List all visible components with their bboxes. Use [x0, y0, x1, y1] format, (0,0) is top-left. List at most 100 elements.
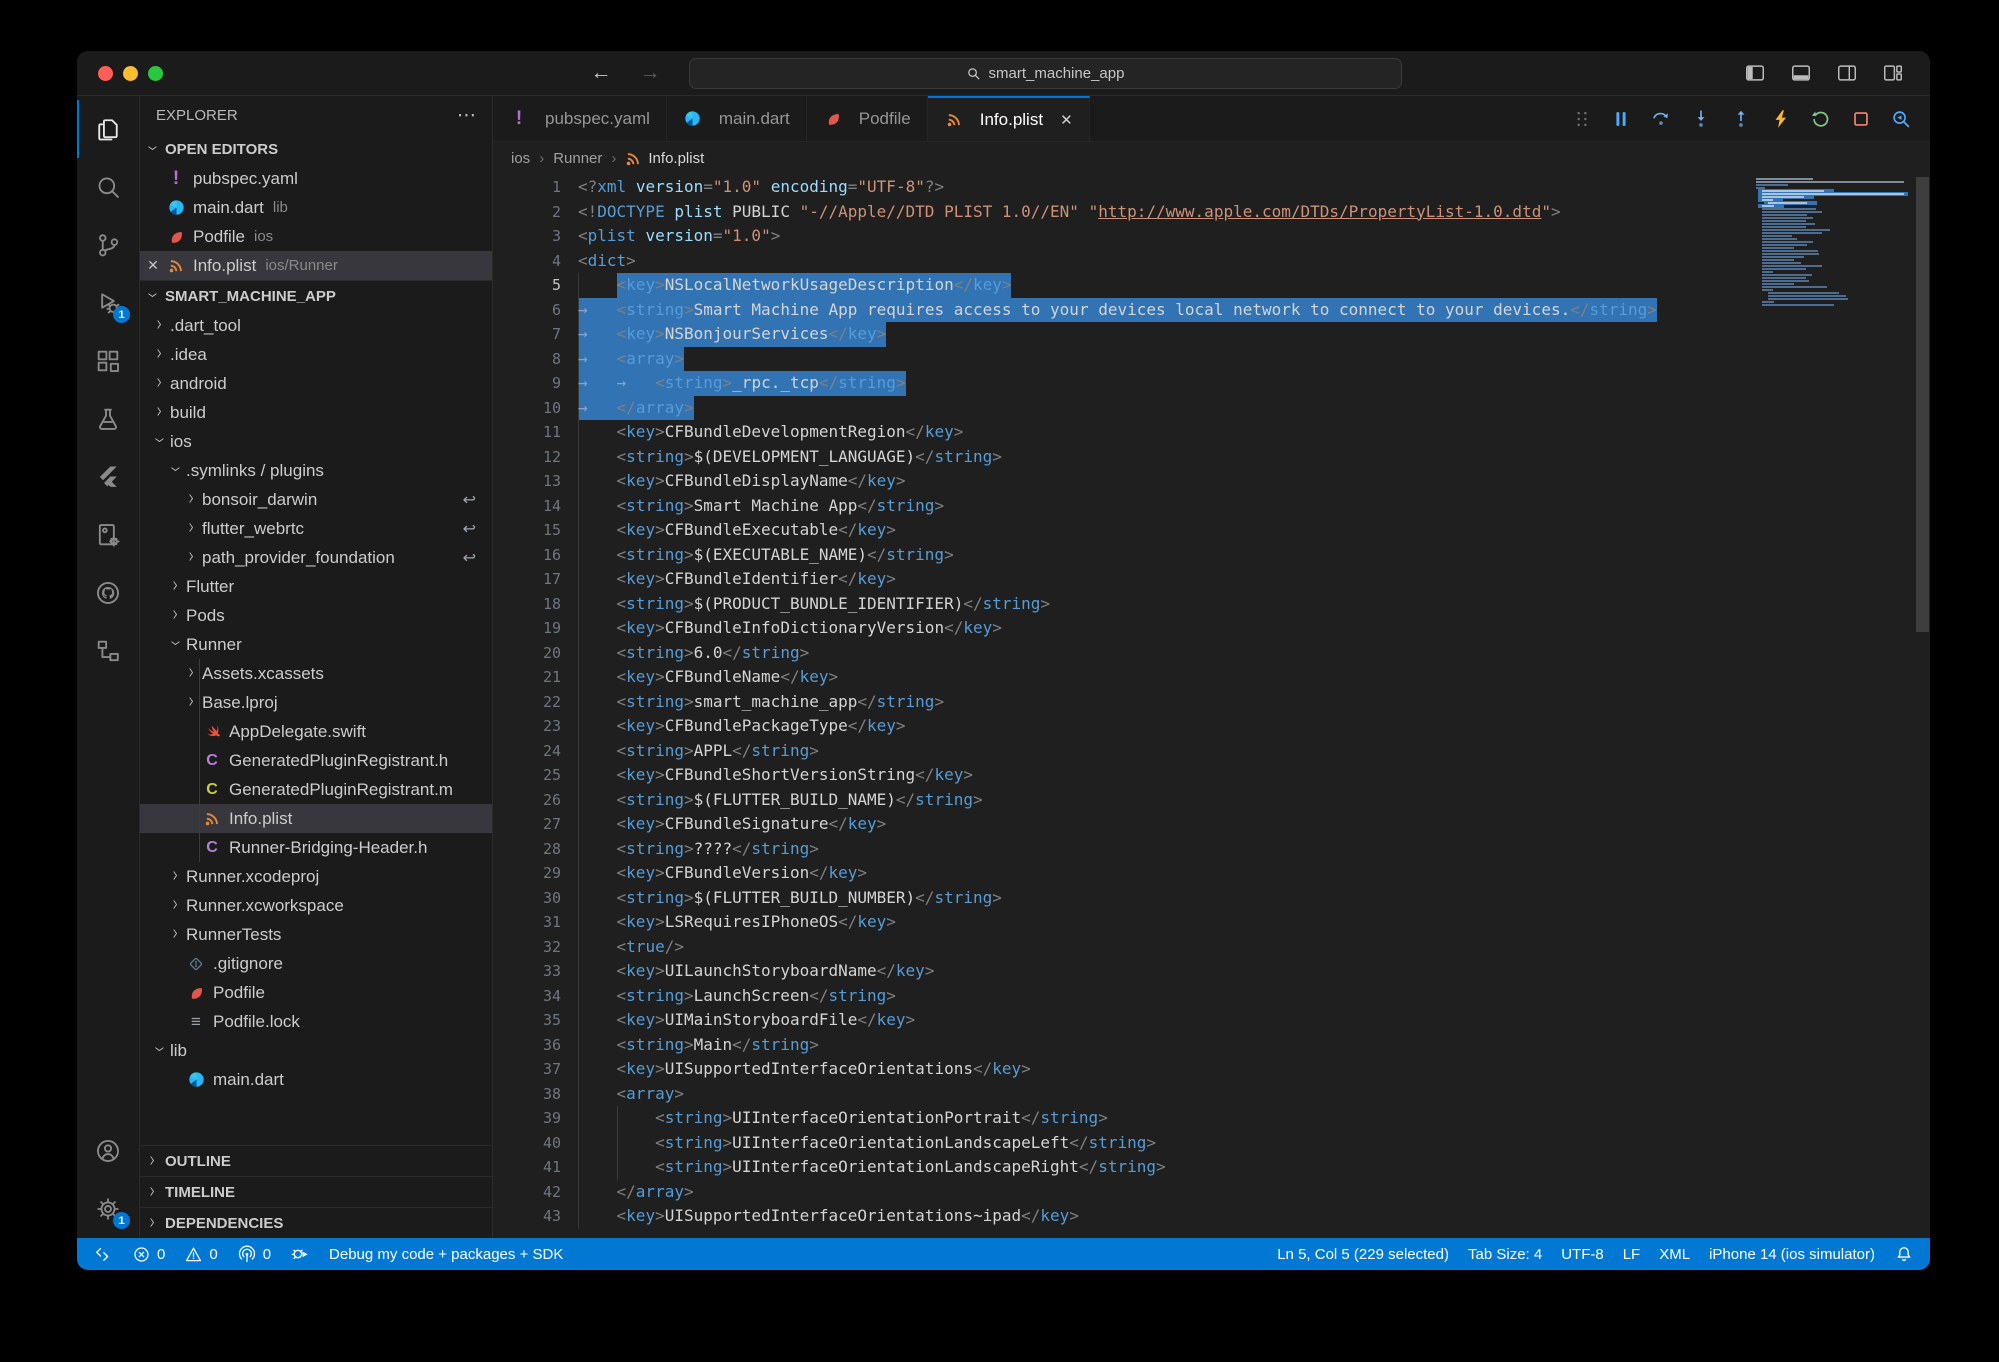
status-launch-config[interactable]: Debug my code + packages + SDK — [329, 1246, 563, 1263]
stop-icon[interactable] — [1850, 108, 1872, 130]
tree-item-dart-tool[interactable]: .dart_tool — [140, 311, 492, 340]
gripper-icon[interactable] — [1572, 109, 1592, 129]
tree-item-appdelegate-swift[interactable]: AppDelegate.swift — [140, 717, 492, 746]
line-number[interactable]: 3 — [493, 224, 561, 249]
line-number[interactable]: 32 — [493, 935, 561, 960]
tree-item-main-dart[interactable]: main.dart — [140, 1065, 492, 1094]
project-section-header[interactable]: SMART_MACHINE_APP — [140, 280, 492, 311]
tree-item-base-lproj[interactable]: Base.lproj — [140, 688, 492, 717]
tab-pubspec-yaml[interactable]: !pubspec.yaml — [493, 96, 667, 141]
open-editor-item-pubspec-yaml[interactable]: !pubspec.yaml — [140, 164, 492, 193]
scrollbar-thumb[interactable] — [1916, 177, 1929, 632]
open-editor-item-info-plist[interactable]: ✕Info.plistios/Runner — [140, 251, 492, 280]
activity-search[interactable] — [77, 158, 139, 216]
status-debug-launch-icon[interactable] — [290, 1244, 310, 1264]
tree-item-podfile[interactable]: Podfile — [140, 978, 492, 1007]
activity-project-manager[interactable] — [77, 506, 139, 564]
tree-item-flutter[interactable]: Flutter — [140, 572, 492, 601]
line-number[interactable]: 18 — [493, 592, 561, 617]
activity-settings[interactable]: 1 — [77, 1180, 139, 1238]
layout-sidebar-right-icon[interactable] — [1836, 62, 1858, 84]
restart-icon[interactable] — [1810, 108, 1832, 130]
tab-main-dart[interactable]: main.dart — [667, 96, 807, 141]
status-ports[interactable]: 0 — [237, 1244, 271, 1264]
status-eol[interactable]: LF — [1623, 1246, 1641, 1263]
line-number[interactable]: 5 — [493, 273, 561, 298]
status-indentation[interactable]: Tab Size: 4 — [1468, 1246, 1542, 1263]
line-number[interactable]: 27 — [493, 812, 561, 837]
tree-item-runner-xcodeproj[interactable]: Runner.xcodeproj — [140, 862, 492, 891]
status-notifications[interactable] — [1894, 1244, 1914, 1264]
tree-item-runner-xcworkspace[interactable]: Runner.xcworkspace — [140, 891, 492, 920]
line-number[interactable]: 16 — [493, 543, 561, 568]
activity-references[interactable] — [77, 622, 139, 680]
tree-item-runnertests[interactable]: RunnerTests — [140, 920, 492, 949]
minimap[interactable] — [1756, 178, 1908, 307]
open-editors-header[interactable]: OPEN EDITORS — [140, 134, 492, 164]
tree-item-pods[interactable]: Pods — [140, 601, 492, 630]
tree-item-gitignore[interactable]: .gitignore — [140, 949, 492, 978]
line-number[interactable]: 38 — [493, 1082, 561, 1107]
activity-run-debug[interactable]: 1 — [77, 274, 139, 332]
tree-item-android[interactable]: android — [140, 369, 492, 398]
line-number[interactable]: 35 — [493, 1008, 561, 1033]
breadcrumb-item-runner[interactable]: Runner — [553, 150, 602, 167]
hot-reload-icon[interactable] — [1770, 108, 1792, 130]
status-flutter-device[interactable]: iPhone 14 (ios simulator) — [1709, 1246, 1875, 1263]
line-number[interactable]: 25 — [493, 763, 561, 788]
forward-arrow-icon[interactable]: → — [640, 61, 661, 85]
tab-info-plist[interactable]: Info.plist✕ — [928, 96, 1090, 141]
tree-item-lib[interactable]: lib — [140, 1036, 492, 1065]
status-language-mode[interactable]: XML — [1659, 1246, 1690, 1263]
line-number[interactable]: 13 — [493, 469, 561, 494]
breadcrumb-file[interactable]: Info.plist — [625, 150, 704, 167]
tree-item-assets-xcassets[interactable]: Assets.xcassets — [140, 659, 492, 688]
tree-item-idea[interactable]: .idea — [140, 340, 492, 369]
status-remote-indicator[interactable] — [93, 1244, 113, 1264]
line-number[interactable]: 41 — [493, 1155, 561, 1180]
breadcrumb-item-ios[interactable]: ios — [511, 150, 530, 167]
command-center-search[interactable]: smart_machine_app — [689, 58, 1402, 89]
activity-explorer[interactable] — [77, 100, 139, 158]
tree-item-runner-bridging-header-h[interactable]: CRunner-Bridging-Header.h — [140, 833, 492, 862]
close-icon[interactable]: ✕ — [1060, 111, 1073, 129]
open-editor-item-podfile[interactable]: Podfileios — [140, 222, 492, 251]
status-cursor-position[interactable]: Ln 5, Col 5 (229 selected) — [1277, 1246, 1449, 1263]
tree-item-build[interactable]: build — [140, 398, 492, 427]
tree-item-bonsoir-darwin[interactable]: bonsoir_darwin↩ — [140, 485, 492, 514]
line-number[interactable]: 4 — [493, 249, 561, 274]
status-warnings[interactable]: 0 — [184, 1245, 217, 1264]
section-header-outline[interactable]: OUTLINE — [140, 1145, 492, 1176]
line-number[interactable]: 11 — [493, 420, 561, 445]
tree-item-info-plist[interactable]: Info.plist — [140, 804, 492, 833]
line-number[interactable]: 36 — [493, 1033, 561, 1058]
line-number[interactable]: 14 — [493, 494, 561, 519]
tree-item-path-provider-foundation[interactable]: path_provider_foundation↩ — [140, 543, 492, 572]
line-number[interactable]: 30 — [493, 886, 561, 911]
status-encoding[interactable]: UTF-8 — [1561, 1246, 1604, 1263]
step-out-icon[interactable] — [1730, 108, 1752, 130]
line-number[interactable]: 23 — [493, 714, 561, 739]
tree-item-runner[interactable]: Runner — [140, 630, 492, 659]
section-header-timeline[interactable]: TIMELINE — [140, 1176, 492, 1207]
activity-source-control[interactable] — [77, 216, 139, 274]
line-number[interactable]: 9 — [493, 371, 561, 396]
activity-github[interactable] — [77, 564, 139, 622]
line-number[interactable]: 19 — [493, 616, 561, 641]
activity-test-beaker[interactable] — [77, 390, 139, 448]
tree-item-ios[interactable]: ios — [140, 427, 492, 456]
step-into-icon[interactable] — [1690, 108, 1712, 130]
line-number[interactable]: 42 — [493, 1180, 561, 1205]
pause-icon[interactable] — [1610, 108, 1632, 130]
line-number[interactable]: 37 — [493, 1057, 561, 1082]
status-errors[interactable]: 0 — [132, 1245, 165, 1264]
line-number[interactable]: 6 — [493, 298, 561, 323]
activity-extensions[interactable] — [77, 332, 139, 390]
line-number[interactable]: 15 — [493, 518, 561, 543]
line-number[interactable]: 12 — [493, 445, 561, 470]
tab-podfile[interactable]: Podfile — [807, 96, 928, 141]
line-number[interactable]: 43 — [493, 1204, 561, 1229]
editor-scrollbar[interactable] — [1915, 175, 1930, 1238]
tree-item-symlinks-plugins[interactable]: .symlinks / plugins — [140, 456, 492, 485]
line-number[interactable]: 2 — [493, 200, 561, 225]
